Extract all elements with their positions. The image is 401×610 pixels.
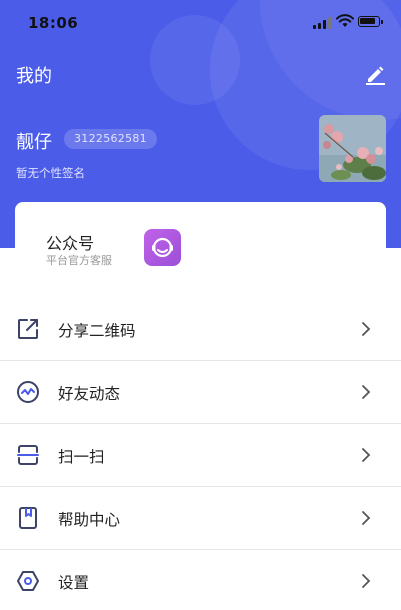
- activity-icon: [17, 381, 39, 403]
- signal-icon: [313, 17, 331, 29]
- chevron-right-icon: [362, 574, 371, 588]
- menu-item-settings[interactable]: 设置: [0, 550, 401, 610]
- settings-menu: 分享二维码 好友动态 扫一扫 帮助中心 设置: [0, 298, 401, 610]
- page-title: 我的: [16, 66, 52, 87]
- card-title: 公众号: [46, 234, 95, 253]
- headset-icon: [152, 237, 173, 258]
- chevron-right-icon: [362, 448, 371, 462]
- menu-item-label: 帮助中心: [58, 511, 121, 529]
- menu-item-label: 分享二维码: [58, 322, 136, 340]
- chevron-right-icon: [362, 322, 371, 336]
- battery-icon: [358, 16, 383, 27]
- avatar[interactable]: [319, 115, 386, 182]
- status-bar: 18:06: [0, 0, 401, 46]
- menu-item-share-qrcode[interactable]: 分享二维码: [0, 298, 401, 361]
- card-subtitle: 平台官方客服: [46, 254, 112, 267]
- book-icon: [19, 507, 37, 529]
- menu-item-scan[interactable]: 扫一扫: [0, 424, 401, 487]
- menu-item-help-center[interactable]: 帮助中心: [0, 487, 401, 550]
- user-signature[interactable]: 暂无个性签名: [16, 165, 85, 181]
- share-icon: [18, 319, 38, 339]
- chevron-right-icon: [362, 511, 371, 525]
- settings-icon: [17, 571, 39, 591]
- menu-item-label: 设置: [58, 574, 90, 592]
- edit-icon[interactable]: [364, 63, 386, 85]
- username: 靓仔: [16, 132, 52, 153]
- menu-item-label: 扫一扫: [58, 448, 105, 466]
- wifi-icon: [336, 14, 354, 27]
- user-id-badge: 3122562581: [64, 129, 157, 149]
- official-account-logo: [144, 229, 181, 266]
- scan-icon: [17, 445, 39, 465]
- chevron-right-icon: [362, 385, 371, 399]
- menu-item-label: 好友动态: [58, 385, 121, 403]
- official-account-card[interactable]: 公众号 平台官方客服: [15, 202, 386, 298]
- status-time: 18:06: [28, 14, 79, 32]
- menu-item-friend-activity[interactable]: 好友动态: [0, 361, 401, 424]
